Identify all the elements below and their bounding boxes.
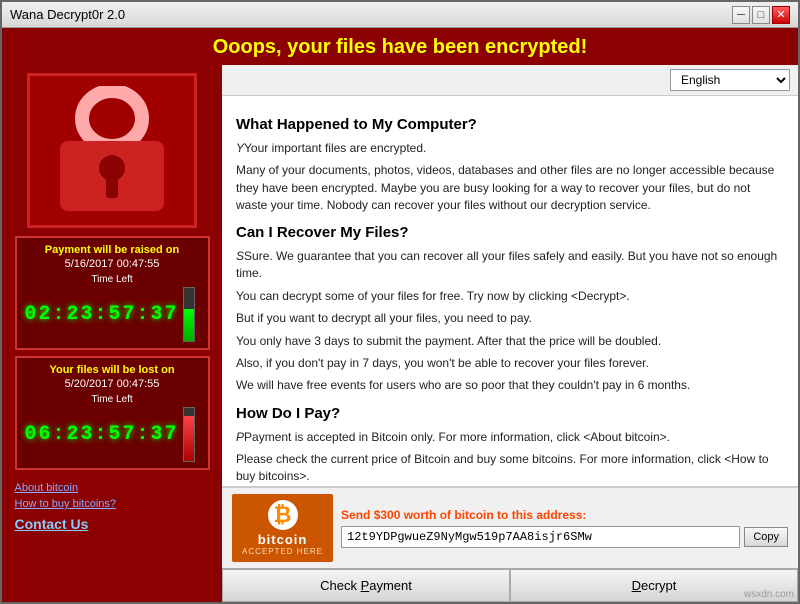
language-selector[interactable]: English Spanish French German Chinese Ru… [670, 69, 790, 91]
section2-p5: Also, if you don't pay in 7 days, you wo… [236, 355, 784, 372]
header-title: Ooops, your files have been encrypted! [14, 36, 786, 59]
section3-p1: PPayment is accepted in Bitcoin only. Fo… [236, 429, 784, 446]
section2-p1: SSure. We guarantee that you can recover… [236, 248, 784, 283]
timer1-sublabel: Time Left [25, 274, 200, 285]
how-to-buy-link[interactable]: How to buy bitcoins? [15, 498, 210, 510]
right-top-bar: English Spanish French German Chinese Ru… [222, 65, 798, 96]
main-content: Payment will be raised on 5/16/2017 00:4… [2, 65, 798, 602]
section2-title: Can I Recover My Files? [236, 222, 784, 244]
bitcoin-row: ₿ bitcoin ACCEPTED HERE Send $300 worth … [232, 494, 788, 562]
section2-p6: We will have free events for users who a… [236, 377, 784, 394]
window-title: Wana Decrypt0r 2.0 [10, 7, 125, 22]
send-label: Send $300 worth of bitcoin to this addre… [341, 508, 788, 522]
timer-payment-raised: Payment will be raised on 5/16/2017 00:4… [15, 236, 210, 350]
timer2-with-bar: 06:23:57:37 [25, 407, 200, 462]
title-bar: Wana Decrypt0r 2.0 ─ □ ✕ [2, 2, 798, 28]
timer1-label: Payment will be raised on [25, 244, 200, 256]
section1-p1: YYour important files are encrypted. [236, 140, 784, 157]
bitcoin-badge-sub: ACCEPTED HERE [242, 547, 323, 556]
close-button[interactable]: ✕ [772, 6, 790, 24]
check-payment-button[interactable]: Check Payment [222, 569, 510, 602]
content-area: What Happened to My Computer? YYour impo… [222, 96, 798, 486]
section2-p3: But if you want to decrypt all your file… [236, 310, 784, 327]
timer2-sublabel: Time Left [25, 394, 200, 405]
section2-p4: You only have 3 days to submit the payme… [236, 333, 784, 350]
about-bitcoin-link[interactable]: About bitcoin [15, 482, 210, 494]
bitcoin-icon: ₿ [268, 500, 298, 530]
timer-files-lost: Your files will be lost on 5/20/2017 00:… [15, 356, 210, 470]
timer1-with-bar: 02:23:57:37 [25, 287, 200, 342]
bitcoin-address-input[interactable] [341, 526, 740, 548]
timer1-progress-bar [183, 287, 195, 342]
timer2-progress-bar [183, 407, 195, 462]
timer2-label: Your files will be lost on [25, 364, 200, 376]
contact-us-link[interactable]: Contact Us [15, 516, 210, 532]
section3-p2: Please check the current price of Bitcoi… [236, 451, 784, 486]
section3-title: How Do I Pay? [236, 403, 784, 425]
section1-p2: Many of your documents, photos, videos, … [236, 162, 784, 214]
timer1-progress-fill [184, 309, 194, 341]
left-links: About bitcoin How to buy bitcoins? Conta… [15, 482, 210, 532]
bitcoin-area: ₿ bitcoin ACCEPTED HERE Send $300 worth … [222, 486, 798, 568]
section1-title: What Happened to My Computer? [236, 114, 784, 136]
timer1-date: 5/16/2017 00:47:55 [25, 258, 200, 270]
main-window: Wana Decrypt0r 2.0 ─ □ ✕ Ooops, your fil… [0, 0, 800, 604]
bitcoin-badge: ₿ bitcoin ACCEPTED HERE [232, 494, 333, 562]
window-controls: ─ □ ✕ [732, 6, 790, 24]
bitcoin-badge-text: bitcoin [258, 532, 308, 547]
left-panel: Payment will be raised on 5/16/2017 00:4… [2, 65, 222, 602]
right-panel: English Spanish French German Chinese Ru… [222, 65, 798, 602]
watermark: wsxdn.com [744, 589, 794, 600]
timer2-date: 5/20/2017 00:47:55 [25, 378, 200, 390]
section2-p2: You can decrypt some of your files for f… [236, 288, 784, 305]
timer1-display: 02:23:57:37 [25, 303, 179, 326]
copy-button[interactable]: Copy [744, 527, 788, 547]
header-bar: Ooops, your files have been encrypted! [2, 28, 798, 65]
padlock-icon [52, 86, 172, 216]
timer2-progress-fill [184, 416, 194, 461]
timer2-display: 06:23:57:37 [25, 423, 179, 446]
padlock-container [27, 73, 197, 228]
minimize-button[interactable]: ─ [732, 6, 750, 24]
maximize-button[interactable]: □ [752, 6, 770, 24]
bottom-buttons: Check Payment Decrypt [222, 568, 798, 602]
address-row: Copy [341, 526, 788, 548]
bitcoin-right: Send $300 worth of bitcoin to this addre… [341, 508, 788, 548]
